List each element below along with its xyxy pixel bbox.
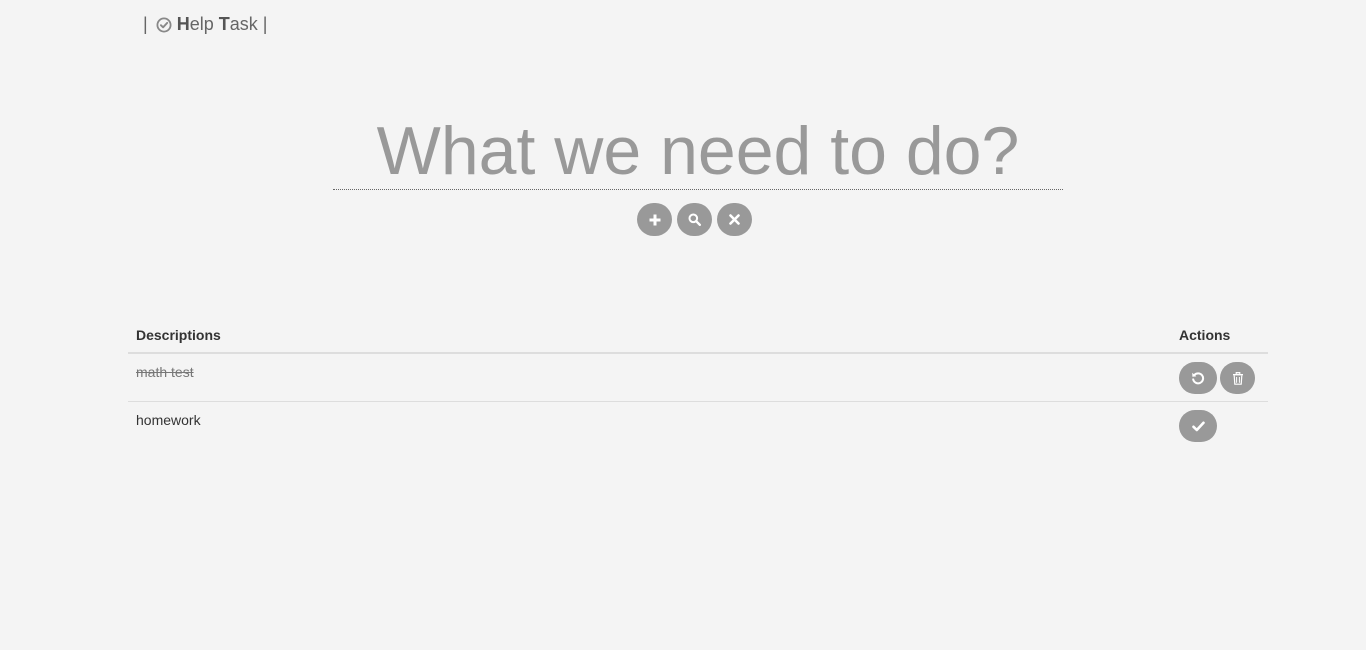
task-input[interactable] xyxy=(333,112,1063,190)
header-descriptions: Descriptions xyxy=(128,318,1171,354)
table-row: homework xyxy=(128,402,1268,450)
task-actions-cell xyxy=(1171,402,1268,450)
brand[interactable]: | Help Task | xyxy=(143,14,267,35)
close-icon xyxy=(729,214,740,225)
check-circle-icon xyxy=(156,17,172,33)
brand-pipe-right: | xyxy=(262,14,268,34)
check-icon xyxy=(1191,421,1205,431)
delete-button[interactable] xyxy=(1220,362,1255,394)
table-row: math test xyxy=(128,353,1268,402)
brand-name-h: H xyxy=(176,14,190,34)
task-description: math test xyxy=(136,364,194,380)
task-description: homework xyxy=(136,412,201,428)
search-button[interactable] xyxy=(677,203,712,236)
brand-pipe-left: | xyxy=(143,14,148,34)
task-description-cell: homework xyxy=(128,402,1171,450)
undo-icon xyxy=(1192,372,1205,385)
brand-name-t: T xyxy=(218,14,230,34)
task-description-cell: math test xyxy=(128,353,1171,402)
trash-icon xyxy=(1232,371,1243,385)
search-icon xyxy=(688,213,701,226)
brand-name-ask: ask xyxy=(229,14,258,34)
table-header-row: Descriptions Actions xyxy=(128,318,1268,354)
plus-icon xyxy=(649,214,660,225)
clear-button[interactable] xyxy=(717,203,752,236)
task-actions-cell xyxy=(1171,353,1268,402)
header-actions: Actions xyxy=(1171,318,1268,354)
undo-button[interactable] xyxy=(1179,362,1217,394)
task-controls xyxy=(637,203,752,236)
task-table: Descriptions Actions math test homework xyxy=(128,318,1268,449)
brand-name-elp: elp xyxy=(189,14,219,34)
brand-name: Help Task xyxy=(177,14,258,35)
add-button[interactable] xyxy=(637,203,672,236)
complete-button[interactable] xyxy=(1179,410,1217,442)
